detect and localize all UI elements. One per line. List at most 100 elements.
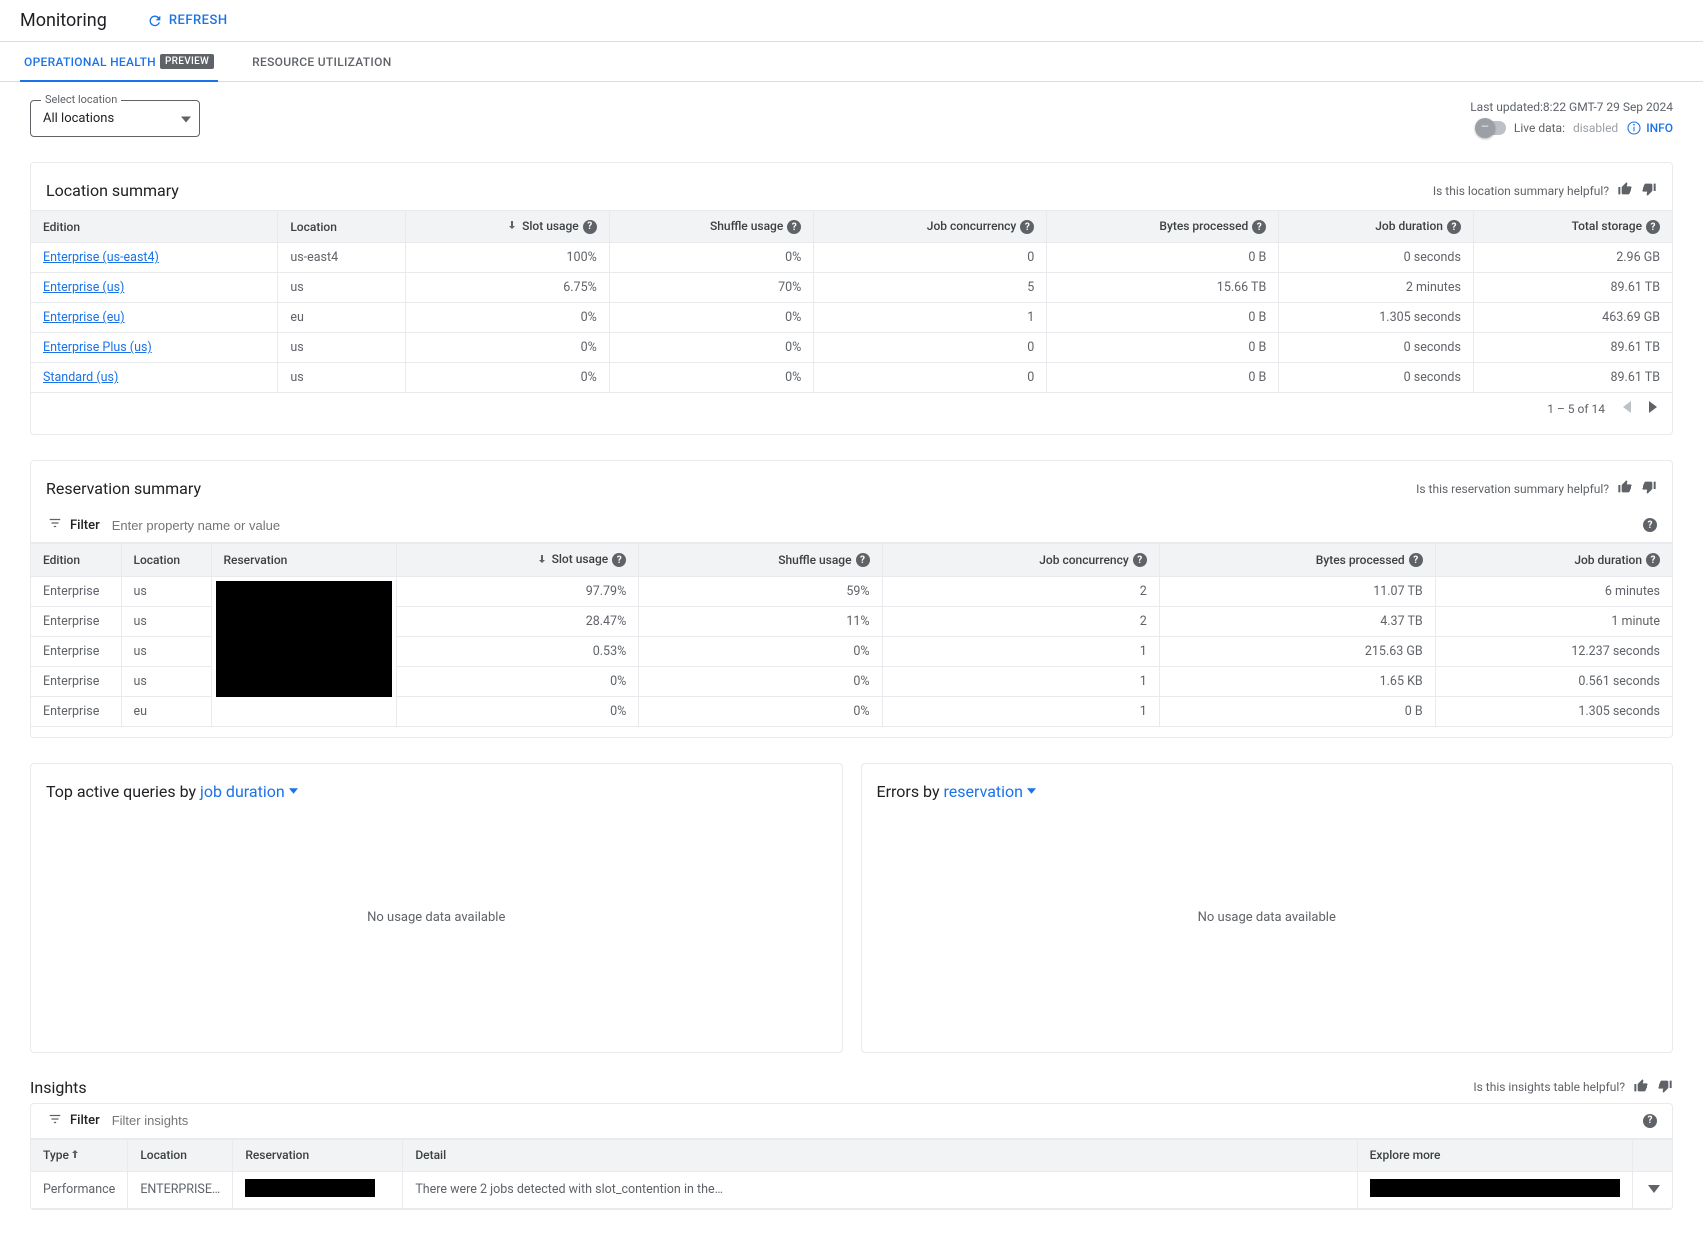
col-reservation[interactable]: Reservation — [211, 544, 397, 576]
col-job-concurrency[interactable]: Job concurrency? — [814, 211, 1047, 243]
help-icon[interactable]: ? — [583, 220, 597, 234]
errors-by-dimension-dropdown[interactable]: reservation — [944, 782, 1036, 801]
errors-by-empty: No usage data available — [877, 801, 1658, 1034]
filter-label: Filter — [70, 1113, 100, 1128]
cell-location: us-east4 — [278, 243, 406, 273]
col-shuffle-usage[interactable]: Shuffle usage? — [639, 544, 882, 576]
col-job-duration[interactable]: Job duration? — [1279, 211, 1474, 243]
cell-shuffle-usage: 70% — [609, 273, 814, 303]
col-job-duration[interactable]: Job duration? — [1435, 544, 1672, 576]
cell-location: us — [121, 606, 211, 636]
cell-edition: Enterprise — [31, 606, 121, 636]
thumb-up-icon[interactable] — [1617, 479, 1633, 498]
help-icon[interactable]: ? — [1646, 553, 1660, 567]
thumb-down-icon[interactable] — [1657, 1078, 1673, 1097]
cell-job-concurrency: 1 — [882, 666, 1159, 696]
col-bytes-processed[interactable]: Bytes processed? — [1047, 211, 1279, 243]
col-detail[interactable]: Detail — [403, 1139, 1357, 1171]
cell-job-concurrency: 5 — [814, 273, 1047, 303]
col-edition[interactable]: Edition — [31, 544, 121, 576]
help-icon[interactable]: ? — [1252, 220, 1266, 234]
thumb-down-icon[interactable] — [1641, 181, 1657, 200]
chevron-down-icon — [1027, 788, 1036, 794]
cell-job-duration: 1.305 seconds — [1435, 696, 1672, 726]
top-active-dimension-dropdown[interactable]: job duration — [200, 782, 298, 801]
tab-operational-health[interactable]: OPERATIONAL HEALTH PREVIEW — [20, 42, 218, 81]
col-total-storage[interactable]: Total storage? — [1473, 211, 1672, 243]
help-icon[interactable]: ? — [1643, 518, 1657, 532]
col-slot-usage[interactable]: Slot usage? — [406, 211, 609, 243]
cell-shuffle-usage: 0% — [639, 666, 882, 696]
cell-job-duration: 0 seconds — [1279, 333, 1474, 363]
edition-link[interactable]: Enterprise (us-east4) — [43, 250, 159, 265]
col-location[interactable]: Location — [121, 544, 211, 576]
page-prev-button[interactable] — [1623, 401, 1631, 416]
help-icon[interactable]: ? — [1409, 553, 1423, 567]
table-row: Enterprise (us)us6.75%70%515.66 TB2 minu… — [31, 273, 1672, 303]
col-slot-usage[interactable]: Slot usage? — [397, 544, 639, 576]
help-icon[interactable]: ? — [856, 553, 870, 567]
col-job-concurrency[interactable]: Job concurrency? — [882, 544, 1159, 576]
cell-bytes-processed: 0 B — [1047, 333, 1279, 363]
expand-row-button[interactable] — [1648, 1182, 1660, 1197]
cell-shuffle-usage: 0% — [609, 333, 814, 363]
edition-link[interactable]: Enterprise Plus (us) — [43, 340, 152, 355]
tab-resource-utilization[interactable]: RESOURCE UTILIZATION — [248, 42, 395, 81]
reservation-filter-input[interactable] — [112, 518, 1643, 533]
info-button[interactable]: INFO — [1626, 120, 1673, 136]
cell-explore-more — [1357, 1171, 1632, 1208]
help-icon[interactable]: ? — [1020, 220, 1034, 234]
help-icon[interactable]: ? — [787, 220, 801, 234]
help-icon[interactable]: ? — [1133, 553, 1147, 567]
filter-icon — [46, 1112, 64, 1130]
help-icon[interactable]: ? — [1646, 220, 1660, 234]
top-active-queries-card: Top active queries by job duration No us… — [30, 763, 843, 1053]
cell-reservation — [233, 1171, 403, 1208]
thumb-up-icon[interactable] — [1617, 181, 1633, 200]
page-next-button[interactable] — [1649, 401, 1657, 416]
table-row: PerformanceENTERPRISE…There were 2 jobs … — [31, 1171, 1672, 1208]
thumb-down-icon[interactable] — [1641, 479, 1657, 498]
cell-slot-usage: 6.75% — [406, 273, 609, 303]
cell-bytes-processed: 215.63 GB — [1159, 636, 1435, 666]
col-location[interactable]: Location — [278, 211, 406, 243]
col-bytes-processed[interactable]: Bytes processed? — [1159, 544, 1435, 576]
reservation-summary-title: Reservation summary — [46, 479, 201, 498]
col-expand — [1632, 1139, 1672, 1171]
col-reservation[interactable]: Reservation — [233, 1139, 403, 1171]
col-explore-more[interactable]: Explore more — [1357, 1139, 1632, 1171]
edition-link[interactable]: Enterprise (eu) — [43, 310, 125, 325]
insights-filter-input[interactable] — [112, 1113, 1643, 1128]
help-icon[interactable]: ? — [612, 553, 626, 567]
thumb-up-icon[interactable] — [1633, 1078, 1649, 1097]
help-icon[interactable]: ? — [1447, 220, 1461, 234]
edition-link[interactable]: Standard (us) — [43, 370, 118, 385]
insights-feedback-prompt: Is this insights table helpful? — [1473, 1080, 1625, 1094]
cell-location: us — [278, 333, 406, 363]
col-edition[interactable]: Edition — [31, 211, 278, 243]
cell-job-concurrency: 2 — [882, 576, 1159, 606]
col-location[interactable]: Location — [128, 1139, 233, 1171]
col-shuffle-usage[interactable]: Shuffle usage? — [609, 211, 814, 243]
live-data-toggle[interactable] — [1478, 121, 1506, 135]
cell-bytes-processed: 0 B — [1047, 243, 1279, 273]
pagination-range: 1 – 5 of 14 — [1547, 402, 1605, 416]
location-select[interactable]: Select location All locations — [30, 100, 200, 137]
cell-slot-usage: 0% — [397, 696, 639, 726]
chevron-down-icon — [289, 788, 298, 794]
location-summary-title: Location summary — [46, 181, 179, 200]
edition-link[interactable]: Enterprise (us) — [43, 280, 124, 295]
table-row: Enterprise (us-east4)us-east4100%0%00 B0… — [31, 243, 1672, 273]
cell-shuffle-usage: 0% — [609, 303, 814, 333]
refresh-button[interactable]: REFRESH — [147, 13, 228, 29]
help-icon[interactable]: ? — [1643, 1114, 1657, 1128]
cell-shuffle-usage: 59% — [639, 576, 882, 606]
col-type[interactable]: Type — [31, 1139, 128, 1171]
page-title: Monitoring — [20, 10, 107, 31]
cell-job-concurrency: 0 — [814, 333, 1047, 363]
cell-job-duration: 2 minutes — [1279, 273, 1474, 303]
cell-total-storage: 463.69 GB — [1473, 303, 1672, 333]
table-row: Enterprise Plus (us)us0%0%00 B0 seconds8… — [31, 333, 1672, 363]
insights-card: Insights Is this insights table helpful?… — [30, 1078, 1673, 1210]
refresh-label: REFRESH — [169, 13, 228, 28]
